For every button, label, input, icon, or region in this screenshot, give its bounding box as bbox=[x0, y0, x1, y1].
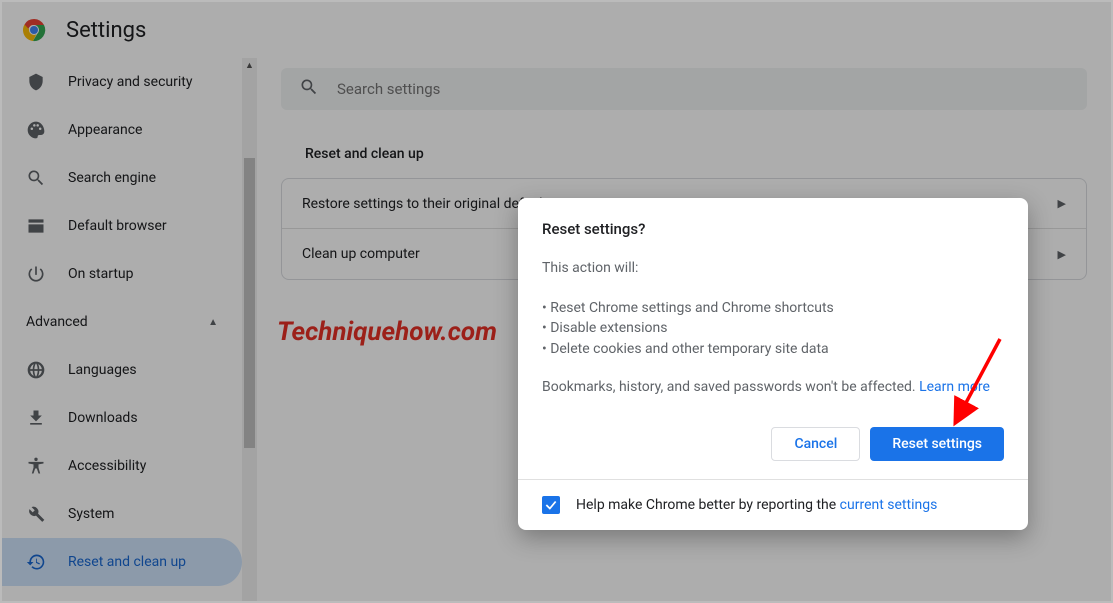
reset-settings-dialog: Reset settings? This action will: • Rese… bbox=[518, 198, 1028, 530]
sidebar-item-system[interactable]: System bbox=[2, 490, 242, 538]
row-label: Clean up computer bbox=[302, 246, 420, 262]
row-label: Restore settings to their original defau… bbox=[302, 196, 554, 212]
shield-icon bbox=[26, 72, 46, 92]
section-title: Reset and clean up bbox=[281, 134, 1087, 178]
scroll-up-icon[interactable]: ▲ bbox=[242, 58, 257, 73]
page-title: Settings bbox=[66, 18, 146, 43]
current-settings-link[interactable]: current settings bbox=[840, 497, 938, 513]
search-icon bbox=[26, 168, 46, 188]
power-icon bbox=[26, 264, 46, 284]
sidebar-item-reset-cleanup[interactable]: Reset and clean up bbox=[2, 538, 242, 586]
sidebar-item-label: Downloads bbox=[68, 410, 138, 426]
sidebar-item-label: Search engine bbox=[68, 170, 156, 186]
report-settings-checkbox[interactable] bbox=[542, 496, 560, 514]
sidebar-item-label: Accessibility bbox=[68, 458, 146, 474]
cancel-button[interactable]: Cancel bbox=[771, 427, 860, 461]
chevron-right-icon: ▶ bbox=[1058, 197, 1066, 210]
restore-icon bbox=[26, 552, 46, 572]
sidebar-item-label: Appearance bbox=[68, 122, 142, 138]
dialog-bullet: • Delete cookies and other temporary sit… bbox=[542, 339, 1004, 359]
sidebar-item-accessibility[interactable]: Accessibility bbox=[2, 442, 242, 490]
dialog-bullets: • Reset Chrome settings and Chrome short… bbox=[542, 298, 1004, 359]
search-input[interactable] bbox=[337, 80, 1069, 98]
sidebar-item-label: Languages bbox=[68, 362, 137, 378]
accessibility-icon bbox=[26, 456, 46, 476]
chevron-up-icon: ▲ bbox=[208, 317, 218, 328]
sidebar-item-downloads[interactable]: Downloads bbox=[2, 394, 242, 442]
sidebar-item-appearance[interactable]: Appearance bbox=[2, 106, 242, 154]
reset-settings-button[interactable]: Reset settings bbox=[870, 427, 1004, 461]
settings-sidebar: Privacy and security Appearance Search e… bbox=[2, 58, 257, 601]
sidebar-item-label: On startup bbox=[68, 266, 134, 282]
sidebar-item-default-browser[interactable]: Default browser bbox=[2, 202, 242, 250]
sidebar-item-privacy-security[interactable]: Privacy and security bbox=[2, 58, 242, 106]
browser-icon bbox=[26, 216, 46, 236]
chrome-logo-icon bbox=[22, 18, 46, 42]
globe-icon bbox=[26, 360, 46, 380]
sidebar-section-label: Advanced bbox=[26, 314, 88, 330]
check-icon bbox=[544, 498, 558, 512]
sidebar-item-label: Reset and clean up bbox=[68, 554, 186, 570]
watermark-text: Techniquehow.com bbox=[277, 317, 497, 347]
dialog-title: Reset settings? bbox=[542, 220, 1004, 238]
dialog-bullet: • Reset Chrome settings and Chrome short… bbox=[542, 298, 1004, 318]
palette-icon bbox=[26, 120, 46, 140]
settings-header: Settings bbox=[2, 2, 1111, 58]
scrollbar-thumb[interactable] bbox=[244, 158, 255, 448]
search-settings-box[interactable] bbox=[281, 68, 1087, 110]
sidebar-section-advanced[interactable]: Advanced ▲ bbox=[2, 298, 242, 346]
download-icon bbox=[26, 408, 46, 428]
sidebar-item-search-engine[interactable]: Search engine bbox=[2, 154, 242, 202]
dialog-footnote: Bookmarks, history, and saved passwords … bbox=[542, 379, 1004, 395]
sidebar-item-languages[interactable]: Languages bbox=[2, 346, 242, 394]
sidebar-item-label: Privacy and security bbox=[68, 74, 192, 90]
learn-more-link[interactable]: Learn more bbox=[919, 379, 990, 395]
dialog-bullet: • Disable extensions bbox=[542, 318, 1004, 338]
wrench-icon bbox=[26, 504, 46, 524]
dialog-footer-text: Help make Chrome better by reporting the… bbox=[576, 497, 937, 513]
dialog-subtitle: This action will: bbox=[542, 260, 1004, 276]
search-icon bbox=[299, 77, 337, 101]
sidebar-item-on-startup[interactable]: On startup bbox=[2, 250, 242, 298]
chevron-right-icon: ▶ bbox=[1058, 248, 1066, 261]
sidebar-item-label: System bbox=[68, 506, 114, 522]
sidebar-item-label: Default browser bbox=[68, 218, 167, 234]
sidebar-scrollbar[interactable]: ▲ bbox=[242, 58, 257, 601]
